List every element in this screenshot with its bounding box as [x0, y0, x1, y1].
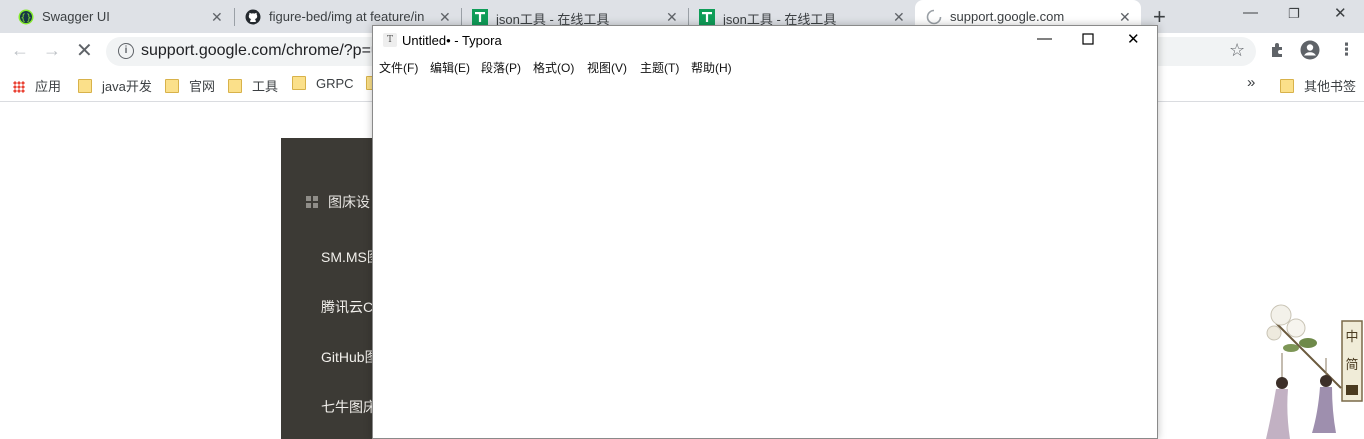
sidebar-heading-label: 图床设: [328, 194, 370, 210]
swagger-icon: {}: [18, 9, 34, 25]
folder-icon: [292, 76, 306, 90]
sidebar-item-qiniu[interactable]: 七牛图床: [321, 397, 373, 417]
typora-menubar: 文件(F) 编辑(E) 段落(P) 格式(O) 视图(V) 主题(T) 帮助(H…: [373, 56, 1157, 76]
bookmarks-overflow-button[interactable]: »: [1247, 74, 1255, 92]
tab-title: support.google.com: [950, 9, 1065, 24]
menu-paragraph[interactable]: 段落(P): [481, 59, 521, 76]
svg-text:简: 简: [1345, 357, 1358, 373]
tab-close-icon[interactable]: ✕: [439, 10, 451, 24]
typora-editor-area[interactable]: [373, 78, 1157, 438]
restore-icon[interactable]: ❐: [1288, 6, 1300, 22]
bookmark-label: 应用: [35, 79, 62, 94]
menu-view[interactable]: 视图(V): [587, 59, 627, 76]
tab-title: figure-bed/img at feature/in: [269, 9, 425, 24]
bookmark-star-icon[interactable]: ☆: [1229, 40, 1245, 61]
bookmark-tools[interactable]: 工具: [228, 76, 278, 94]
bookmark-label: 官网: [189, 79, 216, 94]
folder-icon: [228, 79, 242, 93]
sidebar-item-smms[interactable]: SM.MS图: [321, 247, 373, 267]
svg-text:中: 中: [1345, 330, 1358, 345]
bookmark-label: GRPC: [316, 76, 354, 91]
bookmark-label: 其他书签: [1304, 79, 1357, 94]
minimize-icon[interactable]: —: [1243, 4, 1258, 21]
chrome-menu-icon[interactable]: ⋮: [1338, 40, 1355, 60]
menu-themes[interactable]: 主题(T): [640, 59, 679, 76]
profile-avatar-icon[interactable]: [1300, 40, 1320, 60]
tab-swagger-ui[interactable]: {} Swagger UI ✕: [0, 0, 234, 33]
back-arrow-icon[interactable]: ←: [11, 40, 29, 61]
stop-loading-icon[interactable]: ✕: [76, 38, 93, 63]
folder-icon: [1280, 79, 1294, 93]
forward-arrow-icon[interactable]: →: [43, 40, 61, 61]
bookmark-other[interactable]: 其他书签: [1280, 76, 1356, 94]
extensions-puzzle-icon[interactable]: [1269, 41, 1287, 59]
grid-icon: [306, 196, 318, 208]
typora-close-icon[interactable]: ✕: [1127, 30, 1140, 48]
folder-icon: [78, 79, 92, 93]
bookmark-grpc[interactable]: GRPC: [292, 76, 354, 94]
sidebar-heading: 图床设: [306, 192, 370, 212]
typora-app-icon: T: [383, 33, 397, 47]
typora-window: T Untitled• - Typora — ✕ 文件(F) 编辑(E) 段落(…: [372, 25, 1158, 439]
menu-edit[interactable]: 编辑(E): [430, 59, 470, 76]
typora-minimize-icon[interactable]: —: [1037, 30, 1052, 47]
floral-ornament-icon: 中 简: [1266, 304, 1363, 439]
image-bed-sidebar: 图床设 SM.MS图 腾讯云C GitHub图 七牛图床: [281, 138, 373, 439]
tab-close-icon[interactable]: ✕: [893, 10, 905, 24]
tab-close-icon[interactable]: ✕: [211, 10, 223, 24]
tab-title: Swagger UI: [42, 9, 110, 24]
github-icon: [245, 9, 261, 25]
typora-titlebar[interactable]: T Untitled• - Typora — ✕: [373, 26, 1157, 54]
t-green-icon: [699, 9, 715, 25]
window-close-icon[interactable]: ✕: [1334, 4, 1347, 22]
apps-grid-icon: [13, 81, 25, 93]
bookmark-label: java开发: [102, 79, 152, 94]
bookmark-label: 工具: [252, 79, 279, 94]
site-info-icon[interactable]: i: [118, 43, 134, 59]
bookmark-official[interactable]: 官网: [165, 76, 215, 94]
tab-close-icon[interactable]: ✕: [1119, 10, 1131, 24]
bookmark-java[interactable]: java开发: [78, 76, 152, 94]
menu-help[interactable]: 帮助(H): [691, 59, 732, 76]
typora-maximize-icon[interactable]: [1082, 33, 1094, 45]
bookmark-apps[interactable]: 应用: [13, 76, 61, 94]
menu-file[interactable]: 文件(F): [379, 59, 418, 76]
typora-window-title: Untitled• - Typora: [402, 33, 502, 48]
menu-format[interactable]: 格式(O): [533, 59, 574, 76]
sidebar-item-tencent[interactable]: 腾讯云C: [321, 297, 373, 317]
folder-icon: [165, 79, 179, 93]
tab-close-icon[interactable]: ✕: [666, 10, 678, 24]
t-green-icon: [472, 9, 488, 25]
sidebar-item-github[interactable]: GitHub图: [321, 347, 373, 367]
url-text: support.google.com/chrome/?p=u: [141, 42, 380, 59]
svg-text:{}: {}: [20, 14, 31, 24]
loading-spinner-icon: [926, 9, 942, 25]
